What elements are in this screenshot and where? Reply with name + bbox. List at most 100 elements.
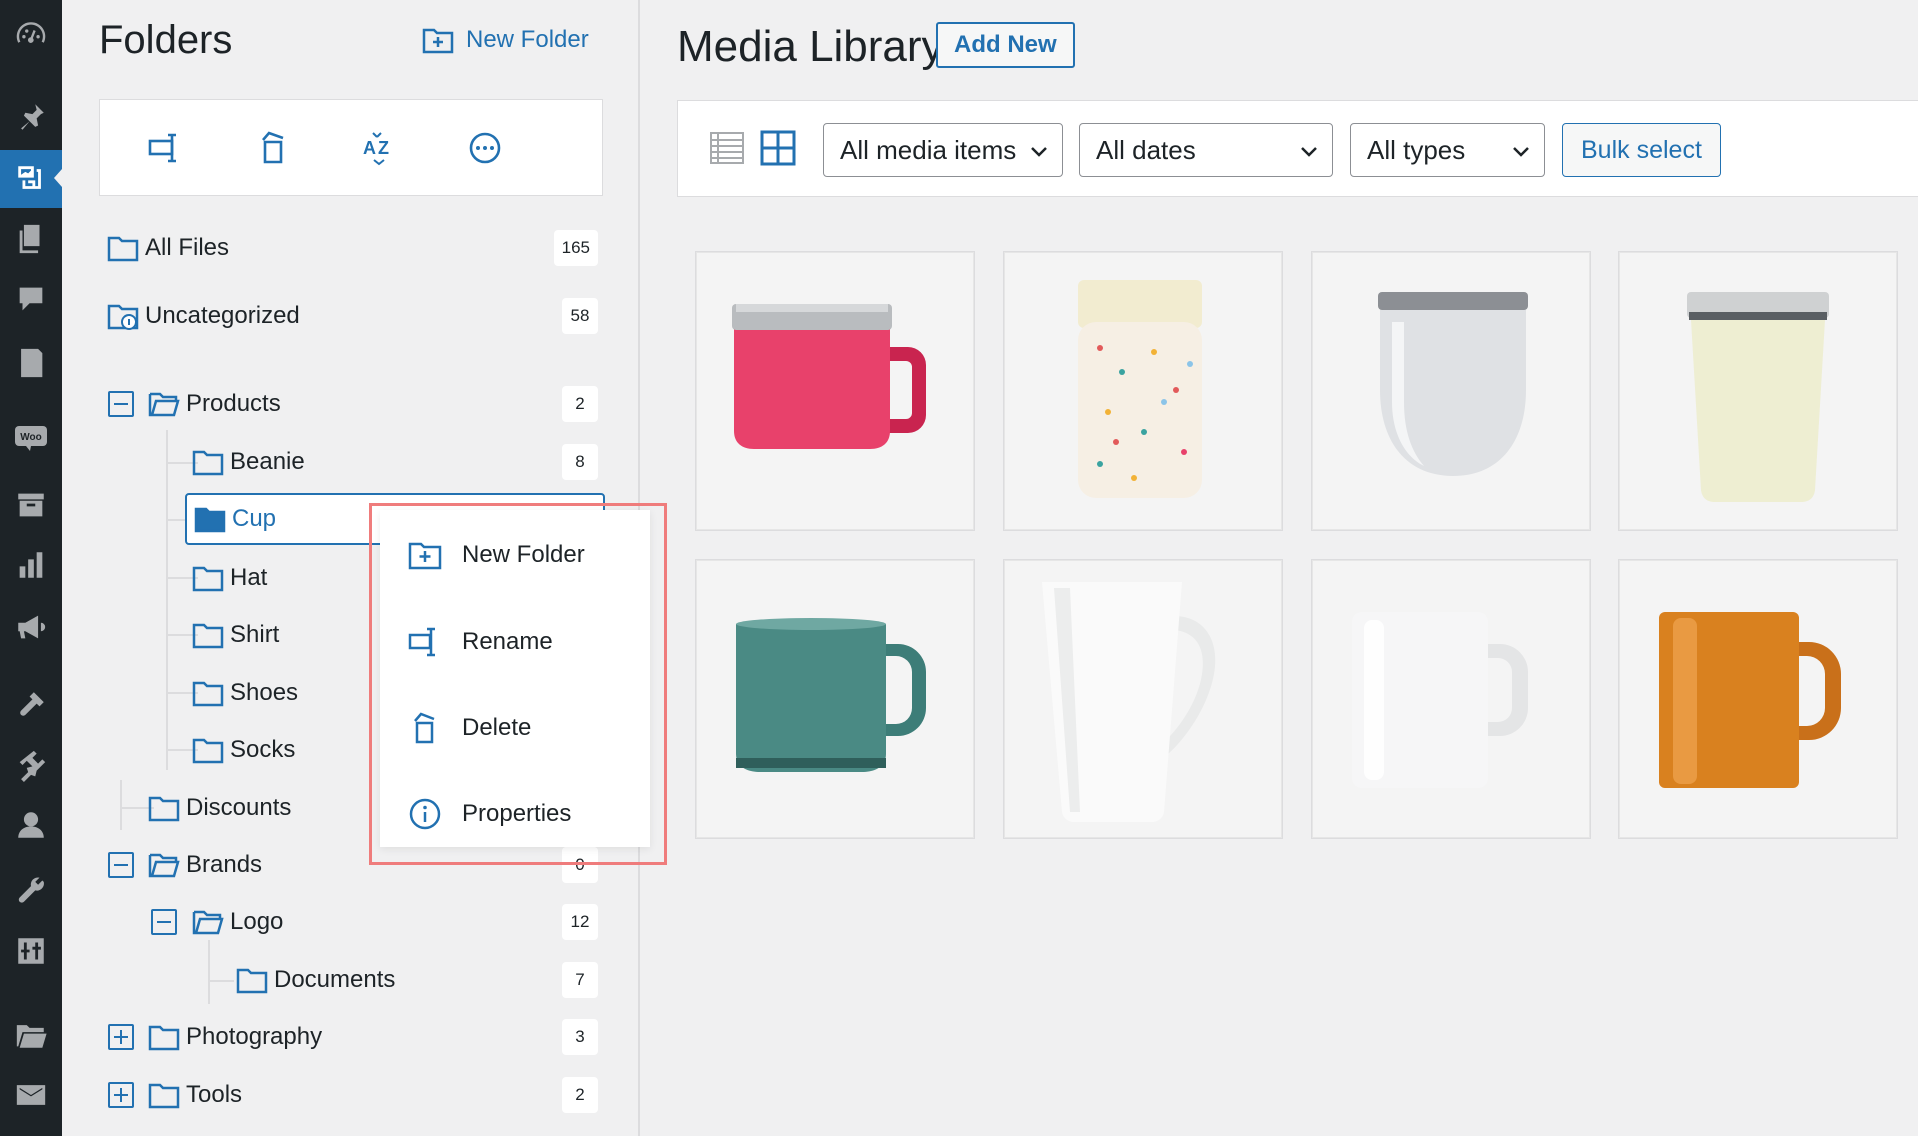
svg-text:Z: Z — [378, 138, 389, 158]
folder-label: Hat — [230, 564, 268, 591]
folder-uncategorized[interactable]: Uncategorized — [107, 294, 300, 338]
tools-icon[interactable] — [0, 860, 62, 918]
add-new-button[interactable]: Add New — [936, 22, 1075, 68]
folder-shoes[interactable]: Shoes — [192, 671, 298, 715]
rename-icon[interactable] — [145, 128, 185, 168]
folder-open-icon — [148, 392, 180, 417]
media-item-terrazzo-tumbler[interactable] — [1003, 251, 1283, 531]
folder-photography[interactable]: Photography — [148, 1015, 322, 1059]
media-item-teal-mug[interactable] — [695, 559, 975, 839]
media-type-filter[interactable]: All media items — [823, 123, 1063, 177]
folder-label: Shirt — [230, 621, 280, 648]
folder-documents[interactable]: Documents — [236, 958, 395, 1002]
new-folder-icon — [422, 28, 454, 54]
delete-icon[interactable] — [253, 128, 293, 168]
selected-option: All dates — [1096, 135, 1196, 165]
collapse-toggle[interactable] — [151, 909, 177, 935]
comments-icon[interactable] — [0, 270, 62, 328]
folder-tools[interactable]: Tools — [148, 1073, 242, 1117]
white-stemless-tumbler-thumbnail — [1378, 292, 1528, 476]
menu-label: Delete — [462, 714, 532, 741]
folder-open-icon — [148, 853, 180, 878]
delete-icon — [414, 712, 435, 744]
menu-rename[interactable]: Rename — [380, 612, 650, 672]
more-icon[interactable] — [465, 128, 505, 168]
menu-label: Rename — [462, 628, 553, 655]
folder-socks[interactable]: Socks — [192, 728, 295, 772]
folder-icon — [148, 1083, 180, 1109]
folder-logo[interactable]: Logo — [192, 900, 283, 944]
woo-icon[interactable]: Woo — [0, 408, 62, 466]
expand-toggle[interactable] — [108, 1024, 134, 1050]
media-item-orange-mug[interactable] — [1618, 559, 1898, 839]
tree-guide — [208, 980, 234, 982]
plugins-icon[interactable] — [0, 736, 62, 794]
info-icon — [409, 798, 441, 830]
folder-brands[interactable]: Brands — [148, 843, 262, 887]
folder-label: All Files — [145, 234, 230, 261]
folders-title: Folders — [99, 18, 233, 62]
folder-icon — [192, 738, 224, 764]
folder-beanie[interactable]: Beanie — [192, 440, 305, 484]
appearance-icon[interactable] — [0, 676, 62, 734]
uncategorized-folder-icon — [107, 304, 139, 330]
page-title: Media Library — [677, 22, 944, 71]
folder-label: Cup — [232, 505, 277, 532]
admin-sidebar: Woo — [0, 0, 62, 1136]
archive-icon[interactable] — [0, 476, 62, 534]
bulk-select-button[interactable]: Bulk select — [1562, 123, 1721, 177]
list-view-icon[interactable] — [708, 129, 746, 167]
folder-icon — [192, 623, 224, 649]
expand-toggle[interactable] — [108, 1082, 134, 1108]
folder-count: 3 — [562, 1019, 598, 1055]
media-item-white-tumbler[interactable] — [1311, 251, 1591, 531]
folder-filled-icon — [194, 507, 226, 533]
folder-all-files[interactable]: All Files — [107, 226, 229, 270]
analytics-icon[interactable] — [0, 536, 62, 594]
new-folder-icon — [408, 542, 442, 570]
pin-icon[interactable] — [0, 88, 62, 146]
folder-label: Logo — [230, 908, 284, 935]
collapse-toggle[interactable] — [108, 391, 134, 417]
date-filter[interactable]: All dates — [1079, 123, 1333, 177]
folder-count: 165 — [553, 230, 598, 266]
folder-icon — [148, 796, 180, 822]
mail-icon[interactable] — [0, 1066, 62, 1124]
pages-icon[interactable] — [0, 210, 62, 268]
folder-count: 2 — [562, 1077, 598, 1113]
folder-shirt[interactable]: Shirt — [192, 613, 279, 657]
folder-label: Tools — [186, 1081, 243, 1108]
media-item-pink-mug[interactable] — [695, 251, 975, 531]
marketing-icon[interactable] — [0, 598, 62, 656]
white-mug-thumbnail — [1352, 612, 1528, 788]
dashboard-icon[interactable] — [0, 6, 62, 64]
cream-tumbler-thumbnail — [1687, 292, 1829, 502]
folder-discounts[interactable]: Discounts — [148, 786, 291, 830]
folder-icon — [236, 968, 268, 994]
forms-icon[interactable] — [0, 334, 62, 392]
folder-open-icon — [192, 910, 224, 935]
users-icon[interactable] — [0, 796, 62, 854]
sort-az-icon[interactable]: AZ — [359, 128, 399, 168]
collapse-toggle[interactable] — [108, 852, 134, 878]
menu-new-folder[interactable]: New Folder — [380, 525, 650, 585]
folder-icon — [192, 566, 224, 592]
settings-icon[interactable] — [0, 922, 62, 980]
media-item-cream-tumbler[interactable] — [1618, 251, 1898, 531]
media-icon[interactable] — [0, 150, 62, 208]
grid-view-icon[interactable] — [759, 129, 797, 167]
folder-count: 8 — [562, 444, 598, 480]
type-filter[interactable]: All types — [1350, 123, 1545, 177]
media-item-white-mug[interactable] — [1311, 559, 1591, 839]
menu-delete[interactable]: Delete — [380, 698, 650, 758]
teal-enamel-mug-thumbnail — [736, 618, 926, 772]
tree-guide — [166, 430, 168, 770]
folder-label: Photography — [186, 1023, 323, 1050]
folder-products[interactable]: Products — [148, 382, 281, 426]
media-item-white-latte-mug[interactable] — [1003, 559, 1283, 839]
folder-hat[interactable]: Hat — [192, 556, 267, 600]
menu-properties[interactable]: Properties — [380, 784, 650, 844]
folder-count: 58 — [562, 298, 598, 334]
folder-icon[interactable] — [0, 1006, 62, 1064]
new-folder-button[interactable]: New Folder — [422, 26, 589, 54]
